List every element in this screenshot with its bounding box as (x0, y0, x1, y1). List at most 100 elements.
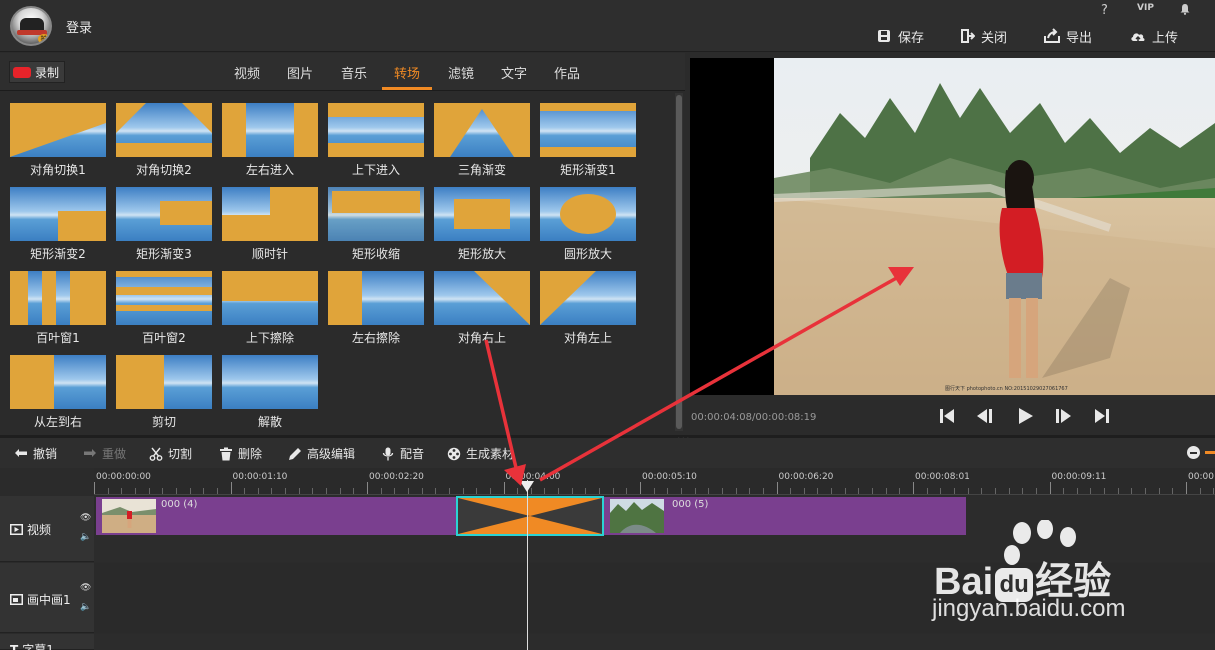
transition-tile[interactable]: 矩形渐变2 (10, 187, 106, 267)
playhead-handle[interactable] (520, 481, 534, 492)
transition-tile[interactable]: 从左到右 (10, 355, 106, 435)
library-scrollbar[interactable] (675, 93, 683, 431)
tab-image[interactable]: 图片 (287, 63, 313, 82)
advanced-edit-button[interactable]: 高级编辑 (288, 445, 355, 462)
volume-icon[interactable]: 🔈 (80, 602, 91, 612)
ruler-minor-tick (981, 488, 983, 494)
transition-tile[interactable]: 对角左上 (540, 271, 636, 351)
undo-button[interactable]: 撤销 (14, 445, 57, 462)
transition-tile[interactable]: 矩形渐变1 (540, 103, 636, 183)
ruler-minor-tick (1090, 488, 1092, 494)
tab-video[interactable]: 视频 (234, 63, 260, 82)
play-button[interactable] (1015, 406, 1035, 426)
redo-button[interactable]: 重做 (83, 445, 126, 462)
transition-thumbnail (10, 355, 106, 409)
active-tab-indicator (382, 87, 432, 90)
track-header-video: 视频 👁 🔈 (0, 496, 94, 562)
video-clip-1[interactable]: 000 (4) (96, 497, 458, 535)
export-button[interactable]: 导出 (1044, 27, 1092, 46)
transition-tile[interactable]: 圆形放大 (540, 187, 636, 267)
library-tabs: 录制 视频 图片 音乐 转场 滤镜 文字 作品 (0, 53, 685, 91)
transition-tile[interactable]: 上下擦除 (222, 271, 318, 351)
login-link[interactable]: 登录 (66, 17, 92, 36)
ruler-minor-tick (107, 488, 109, 494)
dub-button[interactable]: 配音 (381, 445, 424, 462)
ruler-minor-tick (1158, 488, 1160, 494)
save-button[interactable]: 保存 (876, 27, 924, 46)
zoom-slider[interactable] (1205, 451, 1215, 454)
transition-tile[interactable]: 解散 (222, 355, 318, 435)
tab-filters[interactable]: 滤镜 (448, 63, 474, 82)
transition-tile[interactable]: 左右进入 (222, 103, 318, 183)
next-frame-button[interactable] (1053, 406, 1073, 426)
tab-transitions[interactable]: 转场 (394, 63, 420, 82)
tab-works[interactable]: 作品 (554, 63, 580, 82)
delete-button[interactable]: 删除 (219, 445, 262, 462)
ruler-minor-tick (953, 488, 955, 494)
timeline-ruler[interactable]: 00:00:00:00 00:00:01:10 00:00:02:20 00:00:0… (94, 468, 1215, 495)
transition-tile[interactable]: 矩形渐变3 (116, 187, 212, 267)
cut-button[interactable]: 切割 (149, 445, 192, 462)
video-clip-2[interactable]: 000 (5) (604, 497, 966, 535)
transition-label: 圆形放大 (563, 247, 612, 261)
transition-thumbnail (10, 103, 106, 157)
transition-thumbnail (222, 187, 318, 241)
ruler-minor-tick (326, 488, 328, 494)
ruler-minor-tick (353, 488, 355, 494)
transition-tile[interactable]: 上下进入 (328, 103, 424, 183)
volume-icon[interactable]: 🔈 (80, 532, 91, 542)
app-logo[interactable]: 拍 (10, 6, 52, 46)
vip-icon[interactable]: VIP (1137, 3, 1154, 13)
ruler-minor-tick (1076, 488, 1078, 494)
close-button[interactable]: 关闭 (959, 27, 1007, 46)
bell-icon[interactable] (1179, 3, 1191, 15)
ruler-minor-tick (448, 488, 450, 494)
scrollbar-thumb[interactable] (676, 95, 682, 429)
transition-tile[interactable]: 顺时针 (222, 187, 318, 267)
tab-text[interactable]: 文字 (501, 63, 527, 82)
help-icon[interactable]: ? (1101, 3, 1108, 18)
title-bar: 拍 登录 ? VIP 保存 关闭 导出 上传 (0, 0, 1215, 52)
text-track-label: T 字幕1 (10, 641, 54, 650)
pip-track-icon (10, 594, 23, 605)
transition-tile[interactable]: 剪切 (116, 355, 212, 435)
eye-icon[interactable]: 👁 (80, 513, 91, 523)
transition-label: 左右擦除 (351, 331, 400, 345)
skip-to-end-button[interactable] (1092, 406, 1112, 426)
transition-tile[interactable]: 百叶窗2 (116, 271, 212, 351)
transition-tile[interactable]: 对角右上 (434, 271, 530, 351)
transition-tile[interactable]: 对角切换1 (10, 103, 106, 183)
ruler-minor-tick (831, 488, 833, 494)
generate-material-label: 生成素材 (466, 447, 515, 461)
ruler-minor-tick (1117, 488, 1119, 494)
generate-material-button[interactable]: 生成素材 (447, 445, 514, 462)
ruler-minor-tick (653, 488, 655, 494)
transition-label: 百叶窗1 (36, 331, 80, 345)
playhead-line[interactable] (527, 480, 528, 650)
transition-label: 对角切换2 (136, 163, 192, 177)
transition-tile[interactable]: 对角切换2 (116, 103, 212, 183)
transition-thumbnail (540, 103, 636, 157)
ruler-minor-tick (872, 488, 874, 494)
tab-music[interactable]: 音乐 (341, 63, 367, 82)
transition-tile[interactable]: 左右擦除 (328, 271, 424, 351)
transition-tile[interactable]: 三角渐变 (434, 103, 530, 183)
transition-label: 对角切换1 (30, 163, 86, 177)
previous-frame-button[interactable] (975, 406, 995, 426)
ruler-tick-label: 00:00:08:01 (915, 472, 970, 482)
ruler-minor-tick (435, 488, 437, 494)
ruler-minor-tick (244, 488, 246, 494)
ruler-minor-tick (708, 488, 710, 494)
ruler-minor-tick (489, 488, 491, 494)
transition-clip[interactable] (456, 496, 604, 536)
transition-tile[interactable]: 百叶窗1 (10, 271, 106, 351)
skip-to-start-button[interactable] (937, 406, 957, 426)
ruler-minor-tick (1008, 488, 1010, 494)
transition-tile[interactable]: 矩形收缩 (328, 187, 424, 267)
clip-1-label: 000 (4) (161, 499, 198, 510)
upload-button[interactable]: 上传 (1130, 27, 1178, 46)
zoom-out-button[interactable] (1187, 446, 1200, 459)
transition-tile[interactable]: 矩形放大 (434, 187, 530, 267)
record-button[interactable]: 录制 (9, 61, 65, 83)
eye-icon[interactable]: 👁 (80, 583, 91, 593)
